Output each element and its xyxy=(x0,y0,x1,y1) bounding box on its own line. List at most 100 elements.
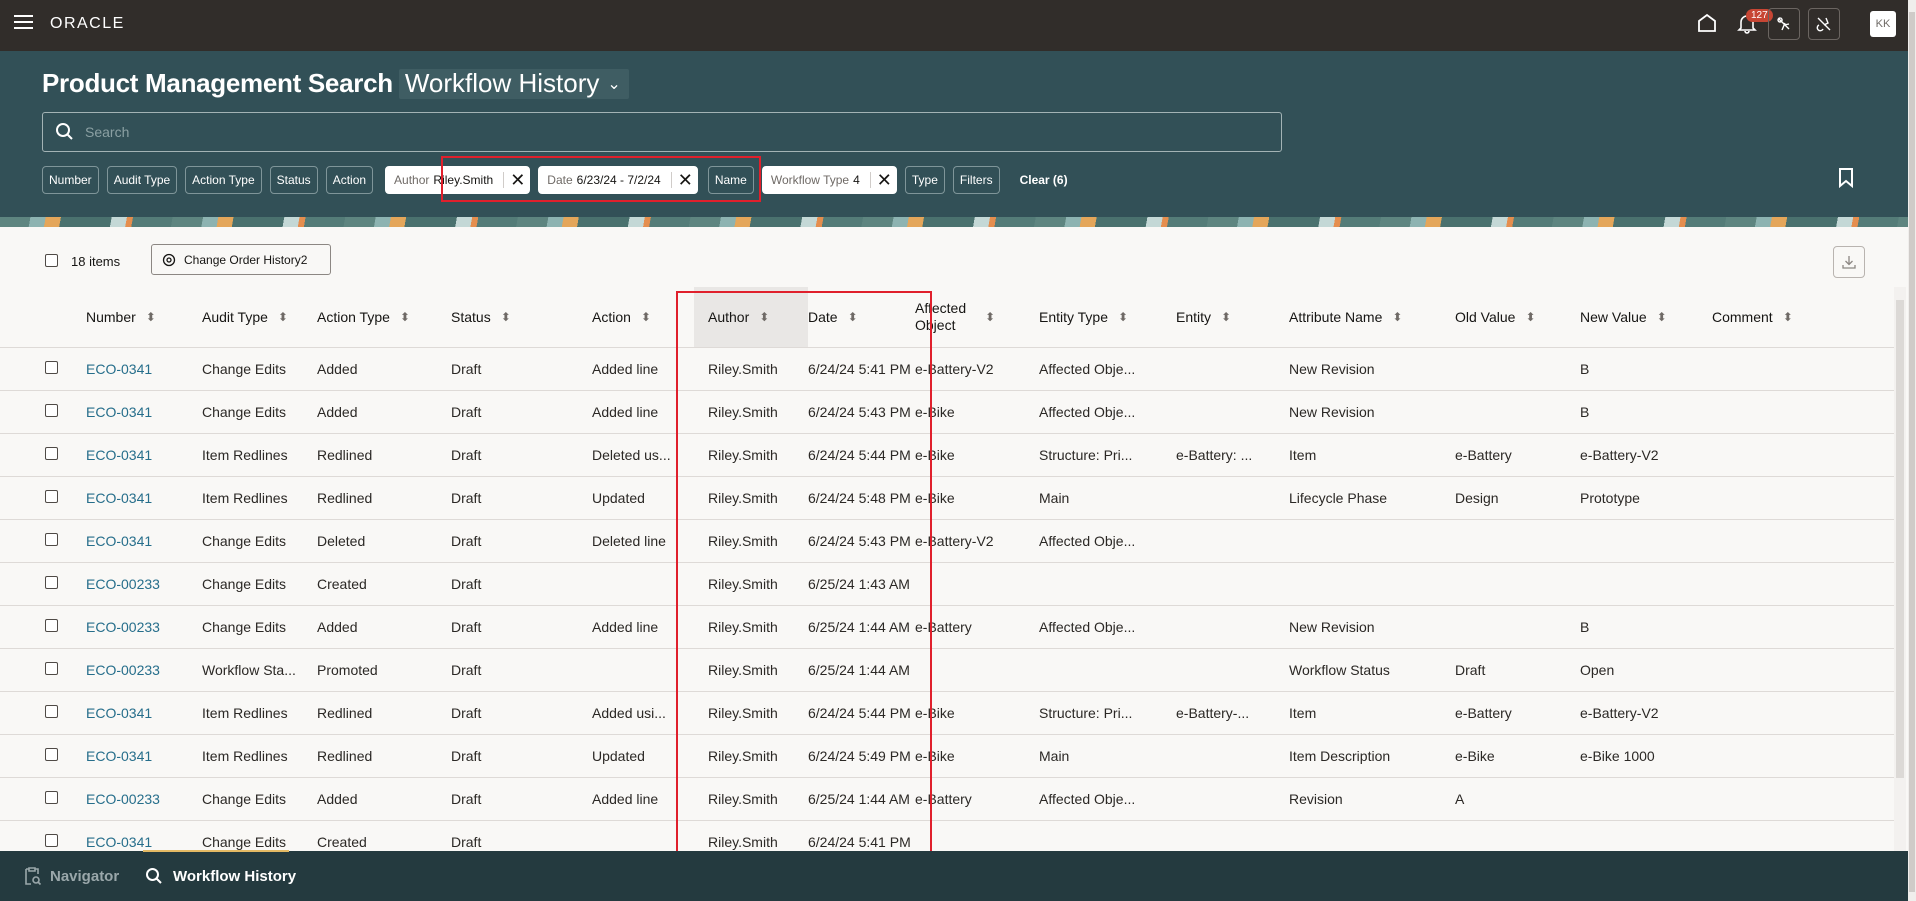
table-row[interactable]: ECO-0341 Change Edits Added Draft Added line… xyxy=(0,347,1896,391)
cell-action-type: Redlined xyxy=(317,691,451,735)
column-header-affected-object[interactable]: Affected Object ⬍ xyxy=(915,287,1039,348)
column-header-status[interactable]: Status ⬍ xyxy=(451,287,592,348)
row-checkbox[interactable] xyxy=(45,747,58,761)
select-all-checkbox[interactable] xyxy=(45,254,58,267)
table-row[interactable]: ECO-00233 Workflow Sta... Promoted Draft Ril… xyxy=(0,648,1896,692)
user-avatar[interactable]: KK xyxy=(1870,11,1896,37)
filter-more-filters[interactable]: Filters xyxy=(952,166,1000,194)
filter-action-type[interactable]: Action Type xyxy=(185,166,262,194)
table-row[interactable]: ECO-0341 Item Redlines Redlined Draft Delete… xyxy=(0,433,1896,477)
cell-date: 6/24/24 5:48 PM xyxy=(808,476,915,520)
accessibility-button[interactable] xyxy=(1768,8,1800,40)
record-link[interactable]: ECO-0341 xyxy=(86,533,152,549)
column-header-number[interactable]: Number ⬍ xyxy=(86,287,202,348)
sort-icon[interactable]: ⬍ xyxy=(501,310,511,324)
record-link[interactable]: ECO-0341 xyxy=(86,748,152,764)
table-scrollbar[interactable] xyxy=(1896,300,1904,778)
column-header-audit-type[interactable]: Audit Type ⬍ xyxy=(202,287,317,348)
record-link[interactable]: ECO-0341 xyxy=(86,490,152,506)
row-checkbox[interactable] xyxy=(45,446,58,460)
record-link[interactable]: ECO-0341 xyxy=(86,705,152,721)
column-header-entity-type[interactable]: Entity Type ⬍ xyxy=(1039,287,1176,348)
column-header-date[interactable]: Date ⬍ xyxy=(808,287,915,348)
filter-audit-type[interactable]: Audit Type xyxy=(106,166,178,194)
home-icon[interactable] xyxy=(1696,12,1718,34)
row-checkbox[interactable] xyxy=(45,532,58,546)
clear-filters-button[interactable]: Clear (6) xyxy=(1020,173,1068,187)
tab-navigator[interactable]: Navigator xyxy=(22,851,119,901)
sort-icon[interactable]: ⬍ xyxy=(1783,310,1793,324)
record-link[interactable]: ECO-0341 xyxy=(86,404,152,420)
filter-status[interactable]: Status xyxy=(269,166,318,194)
cell-value: Created xyxy=(317,575,367,592)
menu-icon[interactable] xyxy=(14,15,33,31)
row-checkbox[interactable] xyxy=(45,618,58,632)
table-row[interactable]: ECO-00233 Change Edits Added Draft Added lin… xyxy=(0,777,1896,821)
column-header-action[interactable]: Action ⬍ xyxy=(592,287,694,348)
view-selector[interactable]: Workflow History ⌄ xyxy=(398,68,629,99)
column-header-action-type[interactable]: Action Type ⬍ xyxy=(317,287,451,348)
sort-icon[interactable]: ⬍ xyxy=(278,310,288,324)
cell-value: Affected Obje... xyxy=(1039,360,1136,377)
filter-action[interactable]: Action xyxy=(325,166,374,194)
cell-new-value: Open xyxy=(1580,648,1712,692)
download-button[interactable] xyxy=(1833,246,1865,278)
column-header-author[interactable]: Author ⬍ xyxy=(694,287,808,348)
table-row[interactable]: ECO-0341 Item Redlines Redlined Draft Update… xyxy=(0,476,1896,520)
close-icon[interactable]: ✕ xyxy=(678,171,693,189)
filter-date[interactable]: Date 6/23/24 - 7/2/24 ✕ xyxy=(538,166,698,194)
filter-type[interactable]: Type xyxy=(904,166,945,194)
record-link[interactable]: ECO-00233 xyxy=(86,576,160,592)
saved-view-button[interactable]: Change Order History2 xyxy=(151,244,331,275)
search-input[interactable] xyxy=(85,124,1235,140)
record-link[interactable]: ECO-00233 xyxy=(86,791,160,807)
column-header-attribute-name[interactable]: Attribute Name ⬍ xyxy=(1289,287,1455,348)
row-checkbox[interactable] xyxy=(45,360,58,374)
page-scrollbar[interactable] xyxy=(1909,12,1915,892)
filter-name[interactable]: Name xyxy=(707,166,754,194)
record-link[interactable]: ECO-0341 xyxy=(86,447,152,463)
row-checkbox[interactable] xyxy=(45,403,58,417)
table-row[interactable]: ECO-0341 Change Edits Deleted Draft Deleted … xyxy=(0,519,1896,563)
sort-icon[interactable]: ⬍ xyxy=(848,310,858,324)
record-link[interactable]: ECO-00233 xyxy=(86,619,160,635)
close-icon[interactable]: ✕ xyxy=(877,171,892,189)
sort-icon[interactable]: ⬍ xyxy=(641,310,651,324)
table-row[interactable]: ECO-00233 Change Edits Added Draft Added lin… xyxy=(0,605,1896,649)
row-checkbox[interactable] xyxy=(45,489,58,503)
column-header-entity[interactable]: Entity ⬍ xyxy=(1176,287,1289,348)
record-link[interactable]: ECO-00233 xyxy=(86,662,160,678)
bookmark-icon[interactable] xyxy=(1838,168,1854,188)
row-checkbox[interactable] xyxy=(45,833,58,847)
sort-icon[interactable]: ⬍ xyxy=(759,310,769,324)
table-row[interactable]: ECO-0341 Change Edits Created Draft Riley.Sm… xyxy=(0,820,1896,851)
record-link[interactable]: ECO-0341 xyxy=(86,361,152,377)
table-row[interactable]: ECO-0341 Item Redlines Redlined Draft Update… xyxy=(0,734,1896,778)
sort-icon[interactable]: ⬍ xyxy=(1221,310,1231,324)
row-checkbox[interactable] xyxy=(45,661,58,675)
column-header-comment[interactable]: Comment ⬍ xyxy=(1712,287,1896,348)
close-icon[interactable]: ✕ xyxy=(510,171,525,189)
table-row[interactable]: ECO-00233 Change Edits Created Draft Riley.S… xyxy=(0,562,1896,606)
table-row[interactable]: ECO-0341 Change Edits Added Draft Added line… xyxy=(0,390,1896,434)
sort-icon[interactable]: ⬍ xyxy=(1657,310,1667,324)
sort-icon[interactable]: ⬍ xyxy=(1118,310,1128,324)
row-checkbox[interactable] xyxy=(45,790,58,804)
sort-icon[interactable]: ⬍ xyxy=(1392,310,1402,324)
sort-icon[interactable]: ⬍ xyxy=(985,310,995,324)
tools-button[interactable] xyxy=(1808,8,1840,40)
row-checkbox[interactable] xyxy=(45,704,58,718)
record-link[interactable]: ECO-0341 xyxy=(86,834,152,850)
table-row[interactable]: ECO-0341 Item Redlines Redlined Draft Added … xyxy=(0,691,1896,735)
tab-workflow-history[interactable]: Workflow History xyxy=(145,851,296,901)
filter-workflow-type[interactable]: Workflow Type 4 ✕ xyxy=(761,166,897,194)
sort-icon[interactable]: ⬍ xyxy=(1525,310,1535,324)
column-header-old-value[interactable]: Old Value ⬍ xyxy=(1455,287,1580,348)
row-checkbox[interactable] xyxy=(45,575,58,589)
column-header-new-value[interactable]: New Value ⬍ xyxy=(1580,287,1712,348)
cell-status: Draft xyxy=(451,433,592,477)
sort-icon[interactable]: ⬍ xyxy=(400,310,410,324)
filter-author[interactable]: Author Riley.Smith ✕ xyxy=(385,166,531,194)
sort-icon[interactable]: ⬍ xyxy=(146,310,156,324)
filter-number[interactable]: Number xyxy=(42,166,99,194)
